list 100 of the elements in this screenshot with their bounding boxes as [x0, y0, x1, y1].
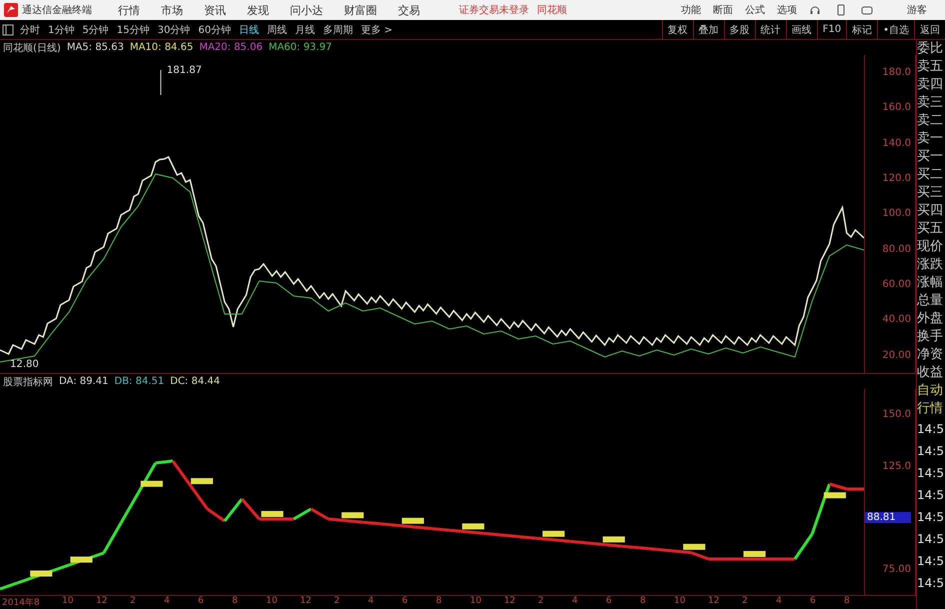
trade-time: 14:5 — [917, 531, 945, 548]
trade-time: 14:5 — [917, 421, 945, 438]
date-axis-label: 6 — [402, 596, 409, 608]
signal-marker — [140, 480, 163, 487]
date-axis-label: 4 — [368, 596, 375, 608]
low-price-label: 12.80 — [10, 359, 39, 370]
quote-label: 买二 — [917, 166, 944, 184]
quote-label: 买一 — [917, 148, 944, 166]
date-axis-label: 4 — [572, 596, 579, 608]
period-tab[interactable]: 30分钟 — [157, 22, 190, 36]
quote-label: 收益 — [917, 364, 944, 382]
signal-marker — [743, 551, 766, 557]
date-axis-label: 2 — [334, 596, 341, 608]
period-tab[interactable]: 分时 — [20, 22, 40, 36]
quote-label: 涨幅 — [917, 274, 944, 292]
menu-item[interactable]: 发现 — [247, 2, 269, 18]
date-axis-label: 6 — [606, 596, 613, 608]
tool-menu-item[interactable]: 功能 — [681, 3, 701, 17]
menu-item[interactable]: 行情 — [118, 2, 140, 18]
trade-time: 14:5 — [917, 487, 945, 504]
signal-marker — [261, 511, 284, 517]
message-icon[interactable] — [861, 4, 873, 16]
signal-marker — [462, 523, 484, 530]
axis-label: 180.0 — [882, 67, 911, 78]
quote-label: 委比 — [917, 40, 944, 58]
axis-label: 20.00 — [882, 350, 911, 361]
signal-marker — [824, 492, 846, 498]
period-tab[interactable]: 60分钟 — [198, 22, 231, 36]
trade-time: 14:5 — [917, 443, 945, 460]
indicator-value: MA20: 85.06 — [199, 42, 263, 53]
quote-label: 买四 — [917, 202, 944, 220]
headset-icon[interactable] — [809, 4, 821, 16]
trade-time: 14:5 — [917, 509, 945, 526]
axis-label: 60.00 — [882, 279, 911, 290]
signal-marker — [30, 570, 52, 577]
signal-marker — [190, 478, 213, 484]
broker-name[interactable]: 同花顺 — [537, 3, 567, 17]
quote-label: 卖一 — [917, 130, 944, 148]
date-axis-label: 12 — [96, 596, 108, 608]
quote-label: 卖三 — [917, 94, 944, 112]
indicator-value: MA5: 85.63 — [66, 42, 124, 53]
trade-time: 14:5 — [917, 465, 945, 482]
signal-marker — [683, 544, 706, 550]
quote-label: 涨跌 — [917, 256, 944, 274]
period-tab[interactable]: 月线 — [294, 22, 315, 36]
signal-marker — [70, 556, 92, 563]
period-tab[interactable]: 1分钟 — [48, 22, 74, 36]
menu-item[interactable]: 财富圈 — [344, 2, 377, 18]
chart-title: 同花顺(日线) — [3, 42, 61, 54]
quote-label: 卖四 — [917, 76, 944, 94]
current-value-label: 88.81 — [865, 512, 911, 524]
panel-icon[interactable] — [2, 24, 14, 36]
date-axis-label: 10 — [470, 596, 482, 608]
indicator-value: MA10: 84.65 — [130, 42, 194, 53]
tool-menu-item[interactable]: 选项 — [777, 3, 797, 17]
menu-item[interactable]: 问小达 — [290, 2, 323, 18]
period-tab[interactable]: 15分钟 — [116, 22, 150, 36]
period-tab[interactable]: 更多 > — [360, 22, 393, 36]
quote-label: 净资 — [917, 346, 944, 364]
axis-label: 40.00 — [882, 314, 911, 326]
user-name[interactable]: 游客 — [907, 3, 927, 17]
quote-label: 外盘 — [917, 310, 944, 328]
date-axis-label: 2 — [130, 596, 137, 608]
leader-line — [160, 70, 162, 96]
indicator-value: DC: 84.44 — [170, 376, 220, 387]
panel-tab[interactable]: 自动 — [917, 382, 945, 400]
date-axis-label: 12 — [504, 596, 516, 608]
date-axis-label: 12 — [300, 596, 312, 608]
date-axis-label: 2 — [538, 596, 545, 608]
trade-time: 14:5 — [917, 553, 945, 570]
period-tab[interactable]: 5分钟 — [82, 22, 109, 36]
tool-menu-item[interactable]: 公式 — [745, 3, 765, 17]
indicator-value: DB: 84.51 — [114, 376, 164, 387]
tool-menu-item[interactable]: 断面 — [713, 3, 733, 17]
axis-label: 150.0 — [882, 409, 911, 420]
indicator-title: 股票指标网 — [3, 376, 53, 388]
quote-label: 买三 — [917, 184, 944, 202]
date-axis-label: 6 — [810, 596, 817, 608]
quote-label: 换手 — [917, 328, 944, 346]
login-notice[interactable]: 证券交易未登录 — [459, 3, 529, 17]
date-axis-label: 2014年8 — [2, 596, 41, 609]
panel-tab[interactable]: 行情 — [917, 400, 945, 418]
axis-label: 100.0 — [882, 208, 911, 220]
high-price-label: 181.87 — [166, 65, 202, 76]
period-tab[interactable]: 日线 — [238, 22, 259, 36]
quote-label: 总量 — [917, 292, 944, 310]
phone-icon[interactable] — [835, 4, 847, 16]
menu-item[interactable]: 交易 — [398, 2, 420, 18]
menu-item[interactable]: 资讯 — [204, 2, 226, 18]
period-tab[interactable]: 多周期 — [322, 22, 353, 36]
signal-marker — [542, 530, 565, 537]
indicator-value: MA60: 93.97 — [268, 42, 332, 53]
menu-item[interactable]: 市场 — [161, 2, 183, 18]
signal-marker — [602, 536, 625, 542]
signal-marker — [402, 518, 424, 524]
date-axis-label: 8 — [640, 596, 647, 608]
date-axis-label: 8 — [436, 596, 443, 608]
indicator-value: DA: 89.41 — [59, 376, 108, 387]
date-axis-label: 10 — [674, 596, 686, 608]
period-tab[interactable]: 周线 — [266, 22, 287, 36]
